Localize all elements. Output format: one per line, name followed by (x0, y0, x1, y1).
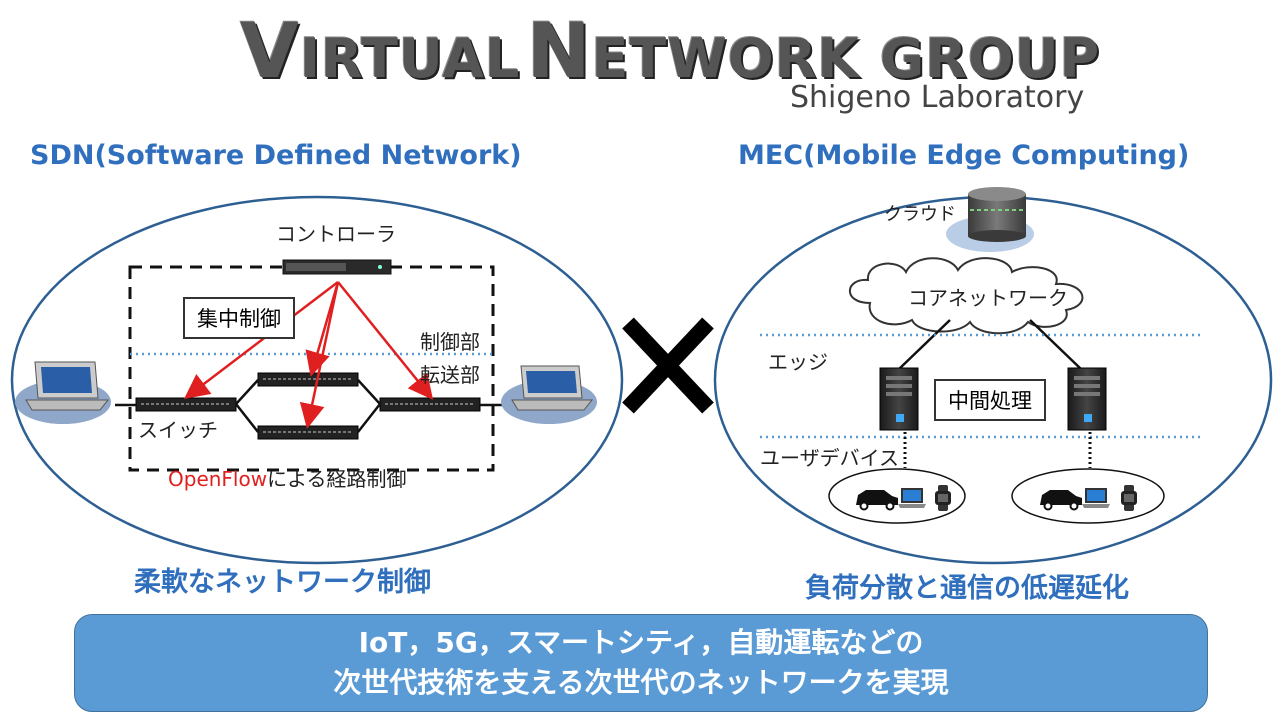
summary-banner: IoT，5G，スマートシティ，自動運転などの 次世代技術を支える次世代のネットワ… (74, 614, 1208, 712)
control-part-label: 制御部 (420, 330, 480, 354)
cloud-database-icon (946, 187, 1034, 252)
edge-server-right-icon (1067, 367, 1107, 431)
sdn-benefit: 柔軟なネットワーク制御 (134, 567, 431, 598)
controller-label: コントローラ (276, 222, 396, 246)
intermediate-processing-label: 中間処理 (934, 379, 1046, 421)
central-control-label: 集中制御 (183, 297, 295, 339)
cloud-label: クラウド (884, 204, 956, 225)
edge-label: エッジ (768, 350, 828, 374)
laptop-right-icon (501, 365, 597, 424)
route-control-label: による経路制御 (267, 467, 407, 491)
user-device-label: ユーザデバイス (760, 446, 899, 470)
cross-symbol-icon (622, 317, 714, 414)
openflow-label: OpenFlow (168, 467, 268, 491)
laptop-left-icon (15, 361, 111, 424)
laptop-icon-right-small (1082, 488, 1110, 508)
diagram-graphics (10, 187, 1273, 565)
switch-label: スイッチ (138, 418, 218, 442)
switch-right-icon (379, 397, 481, 412)
switch-top-icon (257, 372, 359, 387)
banner-line-2: 次世代技術を支える次世代のネットワークを実現 (333, 666, 949, 699)
core-network-label: コアネットワーク (908, 286, 1068, 310)
laptop-icon-left-small (898, 488, 926, 508)
switch-bottom-icon (257, 425, 359, 440)
mec-benefit: 負荷分散と通信の低遅延化 (805, 573, 1129, 604)
route-control-caption: OpenFlowによる経路制御 (168, 463, 406, 492)
controller-server-icon (282, 259, 392, 275)
forward-part-label: 転送部 (420, 363, 480, 387)
edge-server-left-icon (879, 367, 919, 431)
banner-line-1: IoT，5G，スマートシティ，自動運転などの (358, 626, 924, 659)
slide: VIRTUAL NETWORK GROUP Shigeno Laboratory… (0, 0, 1280, 720)
switch-left-icon (135, 397, 237, 412)
